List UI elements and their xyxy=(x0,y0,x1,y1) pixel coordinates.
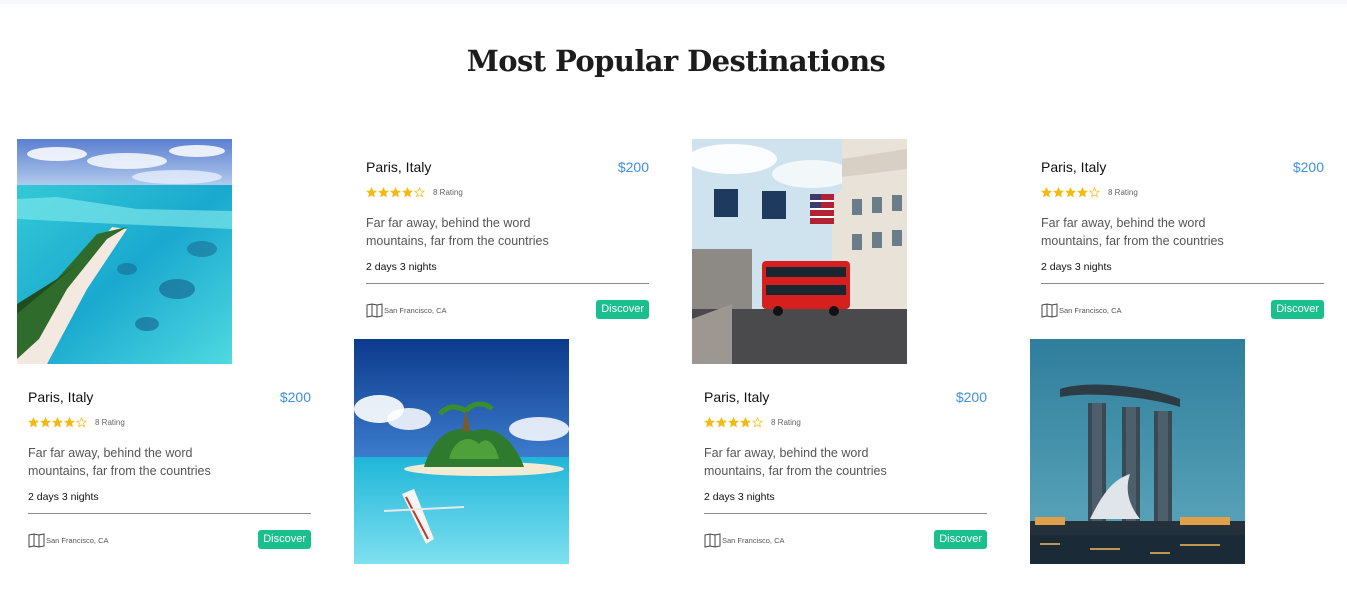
trip-duration: 2 days 3 nights xyxy=(1041,261,1112,273)
star-empty-icon xyxy=(1089,186,1100,197)
top-divider xyxy=(0,0,1347,4)
aerial-beach-lagoon-photo[interactable] xyxy=(17,139,232,364)
destination-card: Paris, Italy $200 8 Rating Far far away,… xyxy=(1041,159,1324,359)
location-row: San Francisco, CA xyxy=(28,532,109,548)
map-icon xyxy=(366,302,383,318)
trip-duration: 2 days 3 nights xyxy=(28,491,99,503)
rating-row: 8 Rating xyxy=(28,415,125,429)
trip-duration: 2 days 3 nights xyxy=(366,261,437,273)
star-filled-icon xyxy=(40,416,51,427)
destination-price: $200 xyxy=(617,159,649,175)
map-icon xyxy=(704,532,721,548)
destination-title[interactable]: Paris, Italy xyxy=(366,159,431,175)
star-filled-icon xyxy=(716,416,727,427)
tropical-island-canoe-photo[interactable] xyxy=(354,339,569,564)
destination-card: Paris, Italy $200 8 Rating Far far away,… xyxy=(704,389,987,589)
star-filled-icon xyxy=(390,186,401,197)
location-text: San Francisco, CA xyxy=(46,535,109,545)
london-street-bus-photo[interactable] xyxy=(692,139,907,364)
rating-text: 8 Rating xyxy=(433,187,463,197)
star-rating xyxy=(704,416,763,428)
map-icon xyxy=(28,532,45,548)
rating-row: 8 Rating xyxy=(366,185,463,199)
location-text: San Francisco, CA xyxy=(722,535,785,545)
map-icon xyxy=(1041,302,1058,318)
rating-row: 8 Rating xyxy=(704,415,801,429)
section-title: Most Popular Destinations xyxy=(466,44,886,78)
location-text: San Francisco, CA xyxy=(1059,305,1122,315)
card-divider xyxy=(366,283,649,284)
destination-price: $200 xyxy=(279,389,311,405)
star-filled-icon xyxy=(64,416,75,427)
destination-description: Far far away, behind the word mountains,… xyxy=(1041,216,1224,248)
star-filled-icon xyxy=(1077,186,1088,197)
marina-bay-sands-photo[interactable] xyxy=(1030,339,1245,564)
star-filled-icon xyxy=(28,416,39,427)
star-filled-icon xyxy=(1065,186,1076,197)
discover-button[interactable]: Discover xyxy=(596,300,649,319)
star-filled-icon xyxy=(740,416,751,427)
discover-button[interactable]: Discover xyxy=(934,530,987,549)
card-divider xyxy=(1041,283,1324,284)
destination-card: Paris, Italy $200 8 Rating Far far away,… xyxy=(366,159,649,359)
rating-row: 8 Rating xyxy=(1041,185,1138,199)
rating-text: 8 Rating xyxy=(1108,187,1138,197)
destination-description: Far far away, behind the word mountains,… xyxy=(28,446,211,478)
location-row: San Francisco, CA xyxy=(704,532,785,548)
star-empty-icon xyxy=(76,416,87,427)
star-rating xyxy=(1041,186,1100,198)
destination-price: $200 xyxy=(1292,159,1324,175)
location-row: San Francisco, CA xyxy=(1041,302,1122,318)
card-divider xyxy=(28,513,311,514)
star-filled-icon xyxy=(366,186,377,197)
destination-description: Far far away, behind the word mountains,… xyxy=(366,216,549,248)
star-rating xyxy=(366,186,425,198)
destination-description: Far far away, behind the word mountains,… xyxy=(704,446,887,478)
star-filled-icon xyxy=(1041,186,1052,197)
location-text: San Francisco, CA xyxy=(384,305,447,315)
star-empty-icon xyxy=(414,186,425,197)
star-filled-icon xyxy=(402,186,413,197)
discover-button[interactable]: Discover xyxy=(1271,300,1324,319)
destination-title[interactable]: Paris, Italy xyxy=(28,389,93,405)
rating-text: 8 Rating xyxy=(95,417,125,427)
card-divider xyxy=(704,513,987,514)
star-filled-icon xyxy=(52,416,63,427)
destination-title[interactable]: Paris, Italy xyxy=(1041,159,1106,175)
star-filled-icon xyxy=(1053,186,1064,197)
discover-button[interactable]: Discover xyxy=(258,530,311,549)
star-filled-icon xyxy=(704,416,715,427)
destination-title[interactable]: Paris, Italy xyxy=(704,389,769,405)
rating-text: 8 Rating xyxy=(771,417,801,427)
location-row: San Francisco, CA xyxy=(366,302,447,318)
star-rating xyxy=(28,416,87,428)
trip-duration: 2 days 3 nights xyxy=(704,491,775,503)
star-filled-icon xyxy=(728,416,739,427)
star-filled-icon xyxy=(378,186,389,197)
destination-price: $200 xyxy=(955,389,987,405)
star-empty-icon xyxy=(752,416,763,427)
destination-card: Paris, Italy $200 8 Rating Far far away,… xyxy=(28,389,311,589)
